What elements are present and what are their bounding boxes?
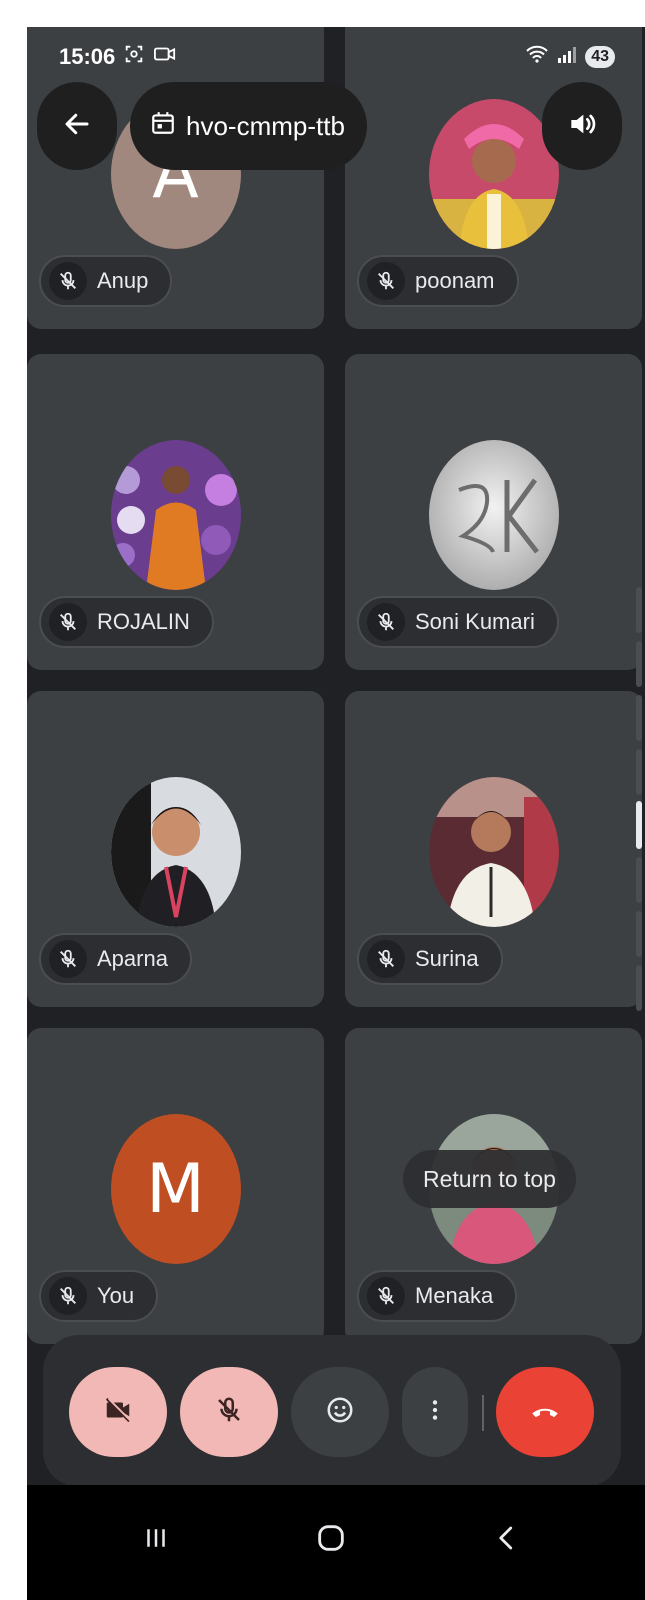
recents-icon <box>141 1523 171 1558</box>
participant-tile-soni-kumari[interactable]: Soni Kumari <box>345 354 642 670</box>
avatar <box>110 440 241 590</box>
participant-tile-aparna[interactable]: Aparna <box>27 691 324 1007</box>
scrollbar-segment <box>636 695 642 741</box>
profile-photo <box>428 440 559 590</box>
video-off-icon <box>103 1395 133 1430</box>
profile-photo <box>110 440 241 590</box>
mic-off-icon <box>214 1395 244 1430</box>
meeting-code: hvo-cmmp-ttb <box>186 110 345 141</box>
back-button[interactable] <box>37 82 117 170</box>
scrollbar-thumb[interactable] <box>636 801 642 849</box>
avatar: M <box>110 1114 241 1264</box>
home-button[interactable] <box>301 1515 361 1565</box>
mic-off-icon <box>367 603 405 641</box>
more-options-button[interactable] <box>402 1367 468 1457</box>
participant-name-chip: Aparna <box>39 933 192 985</box>
scrollbar-segment <box>636 911 642 957</box>
meeting-code-chip[interactable]: hvo-cmmp-ttb <box>130 82 367 170</box>
participant-tile-rojalin[interactable]: ROJALIN <box>27 354 324 670</box>
participant-tile-you[interactable]: M You <box>27 1028 324 1344</box>
camera-toggle-button[interactable] <box>69 1367 167 1457</box>
avatar <box>110 777 241 927</box>
profile-photo <box>110 777 241 927</box>
wifi-icon <box>525 44 549 70</box>
back-icon <box>492 1523 522 1558</box>
scrollbar-segment <box>636 749 642 795</box>
back-nav-button[interactable] <box>477 1515 537 1565</box>
scrollbar-segment <box>636 641 642 687</box>
avatar <box>428 777 559 927</box>
participant-name-chip: poonam <box>357 255 519 307</box>
avatar <box>428 440 559 590</box>
audio-output-button[interactable] <box>542 82 622 170</box>
reactions-button[interactable] <box>291 1367 389 1457</box>
mic-off-icon <box>367 1277 405 1315</box>
participant-name: Anup <box>97 268 149 293</box>
meet-call-screen: A Anup poonam ROJALIN Soni Kumari Aparna… <box>27 27 645 1600</box>
mic-off-icon <box>49 603 87 641</box>
microphone-toggle-button[interactable] <box>180 1367 278 1457</box>
call-end-icon <box>528 1393 562 1432</box>
more-vert-icon <box>422 1397 448 1428</box>
participant-name-chip: Anup <box>39 255 173 307</box>
participant-name: Menaka <box>415 1283 494 1308</box>
avatar <box>428 99 559 249</box>
scrollbar[interactable] <box>636 587 642 1027</box>
home-icon <box>314 1521 348 1560</box>
status-bar: 15:06 43 <box>27 27 645 87</box>
recents-button[interactable] <box>126 1515 186 1565</box>
participant-name-chip: You <box>39 1270 159 1322</box>
participant-name: poonam <box>415 268 495 293</box>
participant-name: ROJALIN <box>97 609 190 634</box>
battery-indicator: 43 <box>585 46 615 68</box>
participant-name-chip: ROJALIN <box>39 596 214 648</box>
mic-off-icon <box>367 940 405 978</box>
return-to-top-button[interactable]: Return to top <box>403 1150 576 1208</box>
participant-name-chip: Surina <box>357 933 503 985</box>
call-controls-bar <box>43 1335 621 1487</box>
emoji-icon <box>325 1395 355 1430</box>
video-record-icon <box>153 43 177 71</box>
mic-off-icon <box>367 262 405 300</box>
participant-name: Soni Kumari <box>415 609 535 634</box>
mic-off-icon <box>49 940 87 978</box>
profile-photo <box>428 777 559 927</box>
participant-name: Aparna <box>97 946 168 971</box>
participant-name-chip: Soni Kumari <box>357 596 559 648</box>
profile-photo <box>428 99 559 249</box>
arrow-left-icon <box>62 109 92 144</box>
mic-off-icon <box>49 1277 87 1315</box>
participant-name-chip: Menaka <box>357 1270 518 1322</box>
clock: 15:06 <box>59 44 116 69</box>
scrollbar-segment <box>636 857 642 903</box>
participant-tile-surina[interactable]: Surina <box>345 691 642 1007</box>
scrollbar-segment <box>636 587 642 633</box>
system-navigation-bar <box>27 1485 645 1600</box>
calendar-icon <box>150 110 176 143</box>
scrollbar-segment <box>636 965 642 1011</box>
speaker-icon <box>566 108 598 145</box>
screenshot-icon <box>123 43 145 71</box>
controls-divider <box>482 1395 484 1431</box>
mic-off-icon <box>49 262 87 300</box>
participant-name: You <box>97 1283 135 1308</box>
end-call-button[interactable] <box>496 1367 594 1457</box>
participant-name: Surina <box>415 946 479 971</box>
signal-icon <box>557 44 577 70</box>
